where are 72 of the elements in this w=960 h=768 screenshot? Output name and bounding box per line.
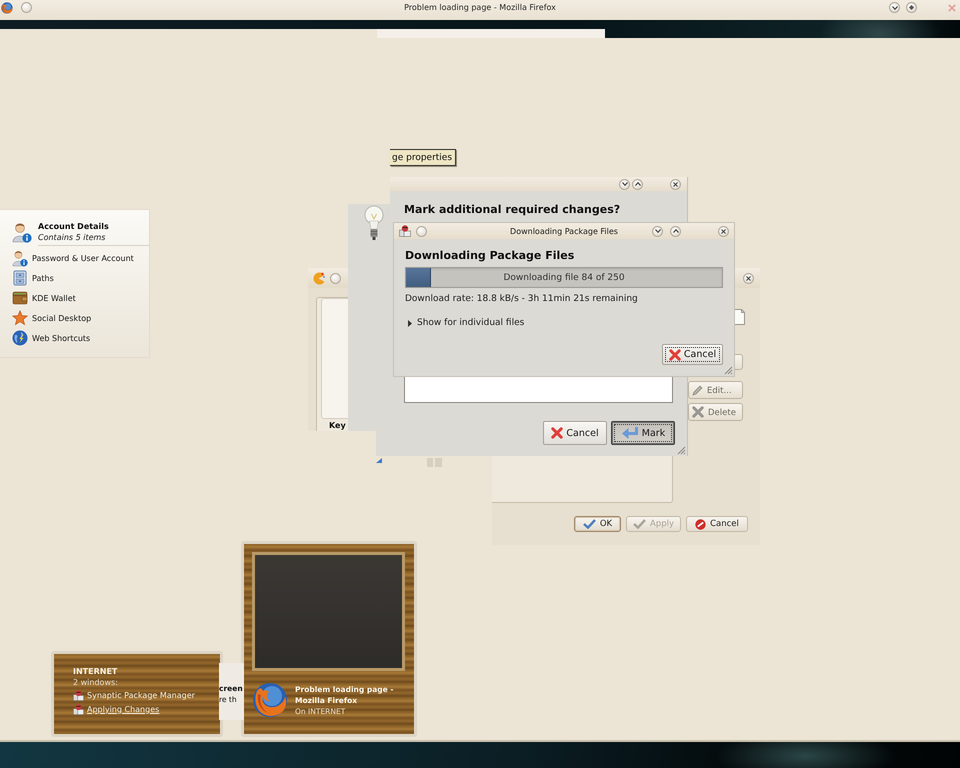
download-rate: Download rate: 18.8 kB/s - 3h 11min 21s remaining (405, 293, 639, 305)
check-icon (633, 519, 646, 529)
task-window-item[interactable]: Applying Changes (73, 702, 160, 716)
close-button[interactable] (670, 178, 681, 190)
globe-icon (12, 330, 28, 346)
ok-button[interactable]: OK (574, 516, 621, 532)
settings-item[interactable]: Paths (12, 268, 149, 288)
package-icon (399, 225, 411, 237)
close-button[interactable] (718, 226, 729, 236)
task-window-item[interactable]: Synaptic Package Manager (73, 688, 195, 702)
pie-icon (312, 272, 325, 284)
cancel-button[interactable]: Cancel (662, 344, 723, 365)
progress-text: Downloading file 84 of 250 (503, 272, 625, 282)
star-icon (12, 310, 28, 326)
chevron-down-icon (654, 229, 660, 233)
tooltip: ge properties (390, 149, 456, 166)
cross-icon (551, 427, 564, 439)
package-icon (73, 704, 84, 714)
window-title: Downloading Package Files (510, 226, 618, 236)
package-icon (73, 690, 84, 700)
close-icon (721, 228, 726, 234)
minimize-button[interactable] (652, 226, 663, 236)
close-icon (673, 182, 678, 186)
lightbulb-icon (364, 205, 384, 240)
cross-icon (668, 348, 681, 360)
maximize-button[interactable] (670, 226, 681, 236)
window-title: Problem loading page - Mozilla Firefox (404, 3, 556, 12)
resize-grip-icon[interactable] (723, 365, 733, 375)
window-count: 2 windows: (73, 677, 119, 688)
chevron-up-icon (672, 229, 678, 233)
settings-item[interactable]: Social Desktop (12, 308, 149, 328)
dialog-heading: Mark additional required changes? (404, 203, 622, 217)
group-name: INTERNET (73, 666, 118, 677)
expander-toggle[interactable]: Show for individual files (405, 317, 524, 329)
column-label: Key (329, 421, 346, 431)
chevron-down-icon (622, 182, 628, 186)
check-icon (582, 519, 596, 529)
pencil-icon (692, 385, 703, 396)
globe-logo-icon (252, 682, 288, 718)
return-arrow-icon (620, 426, 639, 440)
globe-logo-icon (1, 2, 13, 14)
mark-button[interactable]: Mark (611, 421, 675, 445)
user-info-icon (12, 221, 32, 243)
maximize-button[interactable] (632, 178, 643, 190)
cross-icon (692, 406, 704, 418)
user-info-icon (12, 249, 28, 267)
document-icon (734, 309, 745, 325)
cancel-button[interactable]: Cancel (543, 421, 607, 445)
chevron-up-icon (634, 182, 640, 186)
close-icon (746, 276, 751, 280)
panel-subtitle: Contains 5 items (38, 232, 106, 243)
close-button[interactable] (743, 272, 754, 284)
settings-item[interactable]: Web Shortcuts (12, 328, 149, 348)
edit-button[interactable]: Edit... (688, 381, 743, 399)
resize-grip-icon[interactable] (676, 445, 686, 455)
wallet-icon (12, 290, 28, 306)
cabinet-icon (12, 270, 28, 286)
cancel-button[interactable]: Cancel (686, 516, 748, 532)
settings-item[interactable]: KDE Wallet (12, 288, 149, 308)
settings-item[interactable]: Password & User Account (12, 248, 149, 268)
chevron-down-icon (892, 6, 898, 10)
close-icon (948, 4, 956, 12)
dialog-heading: Downloading Package Files (405, 249, 576, 263)
triangle-icon (376, 458, 382, 463)
diamond-icon (909, 5, 914, 10)
panel-title: Account Details (38, 221, 109, 232)
delete-button[interactable]: Delete (688, 403, 743, 421)
text-field[interactable] (404, 376, 673, 403)
stop-icon (695, 518, 706, 530)
minimize-button[interactable] (619, 178, 630, 190)
minimize-button[interactable] (889, 2, 900, 13)
maximize-button[interactable] (906, 2, 917, 13)
